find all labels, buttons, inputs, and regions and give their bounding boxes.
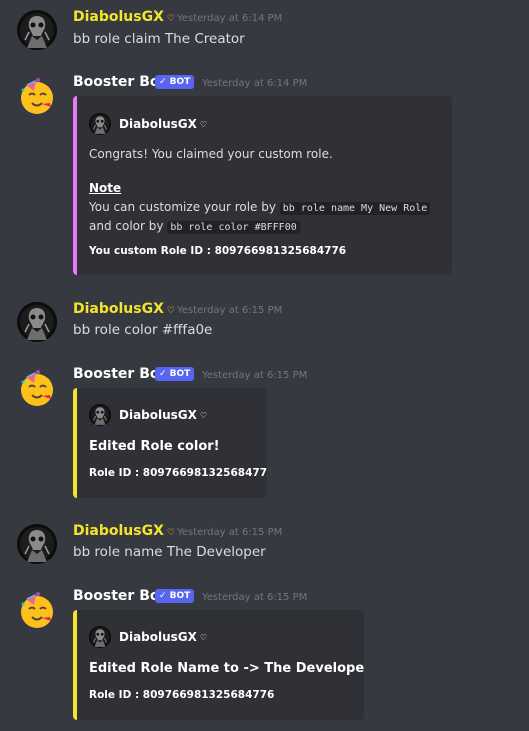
embed-line: and color by bb role color #BFFF00 bbox=[89, 219, 300, 234]
embed-accent-bar bbox=[73, 96, 77, 275]
heart-icon: ♡ bbox=[166, 14, 175, 24]
bot-avatar[interactable] bbox=[17, 590, 57, 630]
heart-icon: ♡ bbox=[199, 632, 208, 642]
inline-code: bb role name My New Role bbox=[279, 202, 431, 215]
username[interactable]: DiabolusGX ♡ bbox=[73, 301, 175, 317]
timestamp: Yesterday at 6:15 PM bbox=[177, 527, 283, 538]
user-avatar[interactable] bbox=[17, 10, 57, 50]
timestamp: Yesterday at 6:15 PM bbox=[202, 592, 308, 603]
embed-line: Congrats! You claimed your custom role. bbox=[89, 147, 333, 161]
embed-title: Edited Role Name to -> The Developer bbox=[89, 661, 364, 676]
embed-accent-bar bbox=[73, 388, 77, 498]
user-avatar[interactable] bbox=[17, 302, 57, 342]
bot-badge: ✓ BOT bbox=[155, 75, 195, 89]
bot-avatar[interactable] bbox=[17, 76, 57, 116]
user-avatar[interactable] bbox=[17, 524, 57, 564]
embed: DiabolusGX ♡ Edited Role color! Role ID :… bbox=[73, 388, 267, 498]
username[interactable]: Booster Bot bbox=[73, 366, 166, 382]
embed-author-avatar bbox=[89, 626, 111, 648]
timestamp: Yesterday at 6:14 PM bbox=[202, 78, 308, 89]
embed-author-avatar bbox=[89, 404, 111, 426]
username[interactable]: Booster Bot bbox=[73, 588, 166, 604]
username[interactable]: DiabolusGX ♡ bbox=[73, 523, 175, 539]
heart-icon: ♡ bbox=[166, 306, 175, 316]
bot-badge: ✓ BOT bbox=[155, 589, 195, 603]
embed: DiabolusGX ♡ Edited Role Name to -> The D… bbox=[73, 610, 364, 720]
timestamp: Yesterday at 6:15 PM bbox=[177, 305, 283, 316]
embed-author[interactable]: DiabolusGX ♡ bbox=[89, 626, 207, 648]
message-text: bb role name The Developer bbox=[73, 544, 266, 560]
username[interactable]: DiabolusGX ♡ bbox=[73, 9, 175, 25]
bot-avatar[interactable] bbox=[17, 368, 57, 408]
heart-icon: ♡ bbox=[199, 410, 208, 420]
inline-code: bb role color #BFFF00 bbox=[167, 221, 300, 234]
heart-icon: ♡ bbox=[199, 119, 208, 129]
embed-author-avatar bbox=[89, 113, 111, 135]
bot-badge: ✓ BOT bbox=[155, 367, 195, 381]
timestamp: Yesterday at 6:14 PM bbox=[177, 13, 283, 24]
message-text: bb role claim The Creator bbox=[73, 31, 245, 47]
embed-title: Edited Role color! bbox=[89, 439, 220, 454]
username[interactable]: Booster Bot bbox=[73, 74, 166, 90]
embed-footer: Role ID : 809766981325684776 bbox=[89, 467, 267, 479]
embed-footer: You custom Role ID : 809766981325684776 bbox=[89, 245, 347, 257]
embed-line: You can customize your role by bb role n… bbox=[89, 200, 431, 215]
embed: DiabolusGX ♡ Congrats! You claimed your c… bbox=[73, 96, 452, 275]
embed-accent-bar bbox=[73, 610, 77, 720]
embed-author[interactable]: DiabolusGX ♡ bbox=[89, 113, 207, 135]
embed-author[interactable]: DiabolusGX ♡ bbox=[89, 404, 207, 426]
timestamp: Yesterday at 6:15 PM bbox=[202, 370, 308, 381]
embed-footer: Role ID : 809766981325684776 bbox=[89, 689, 275, 701]
embed-note-title: Note bbox=[89, 181, 122, 195]
message-text: bb role color #fffa0e bbox=[73, 322, 213, 338]
heart-icon: ♡ bbox=[166, 528, 175, 538]
